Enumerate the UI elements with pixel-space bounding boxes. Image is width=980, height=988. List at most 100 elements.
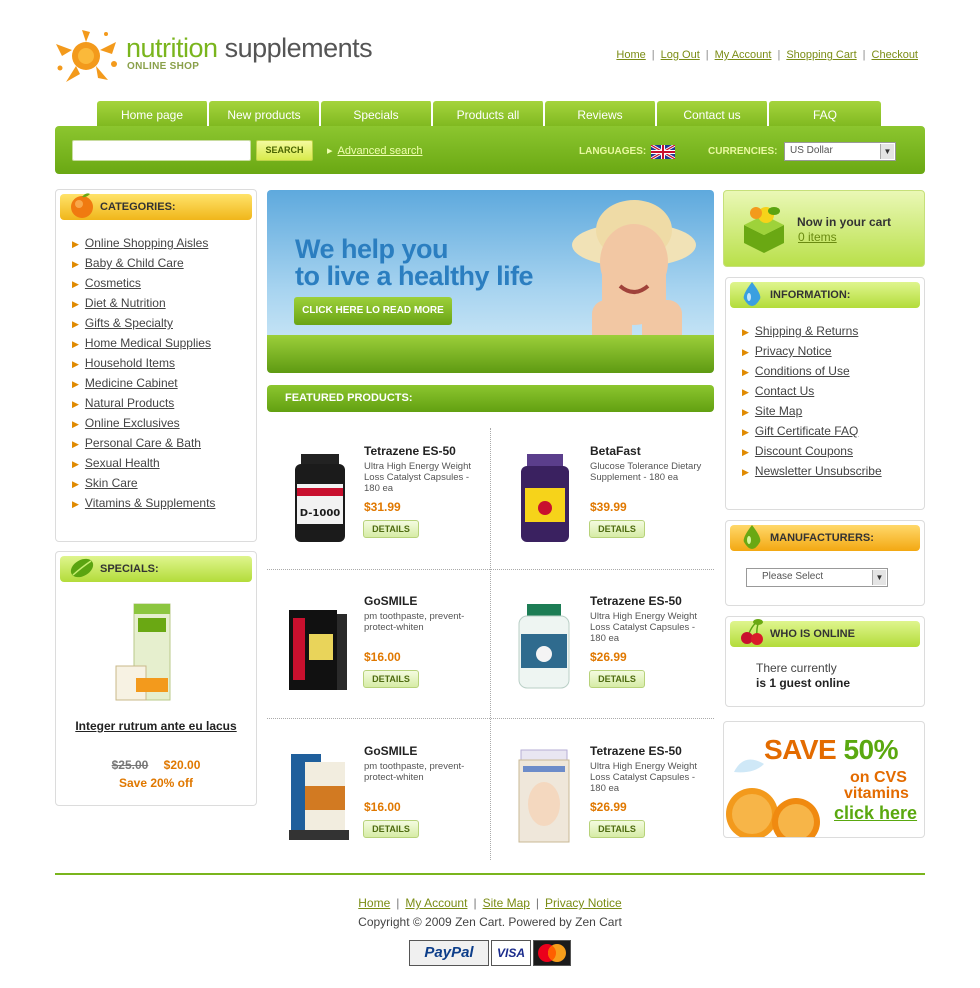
category-link[interactable]: Diet & Nutrition (85, 296, 166, 310)
grass-decoration (267, 335, 714, 373)
nav-tab-specials[interactable]: Specials (321, 101, 433, 127)
product-price: $26.99 (590, 800, 627, 814)
info-link[interactable]: Conditions of Use (755, 364, 850, 378)
list-item[interactable]: ▶ Discount Coupons (742, 444, 882, 464)
category-link[interactable]: Baby & Child Care (85, 256, 184, 270)
product-name[interactable]: BetaFast (590, 444, 641, 458)
list-item[interactable]: ▶ Privacy Notice (742, 344, 882, 364)
category-link[interactable]: Gifts & Specialty (85, 316, 173, 330)
advanced-search-link[interactable]: Advanced search (327, 144, 423, 157)
who-is-online-header: WHO IS ONLINE (730, 619, 920, 647)
info-link[interactable]: Site Map (755, 404, 802, 418)
footer-link-site-map[interactable]: Site Map (483, 896, 530, 910)
list-item[interactable]: ▶ Medicine Cabinet (72, 376, 215, 396)
list-item[interactable]: ▶ Shipping & Returns (742, 324, 882, 344)
category-link[interactable]: Online Shopping Aisles (85, 236, 208, 250)
read-more-button[interactable]: CLICK HERE LO READ MORE (294, 297, 452, 325)
list-item[interactable]: ▶ Online Exclusives (72, 416, 215, 436)
top-link-home[interactable]: Home (616, 49, 645, 61)
product-image[interactable] (509, 744, 579, 844)
top-link-logout[interactable]: Log Out (661, 49, 700, 61)
footer-link-my-account[interactable]: My Account (405, 896, 467, 910)
list-item[interactable]: ▶ Natural Products (72, 396, 215, 416)
details-button[interactable]: DETAILS (363, 520, 419, 538)
category-link[interactable]: Vitamins & Supplements (85, 496, 216, 510)
search-button[interactable]: SEARCH (256, 140, 313, 161)
info-link[interactable]: Shipping & Returns (755, 324, 858, 338)
cart-box[interactable]: Now in your cart 0 items (723, 190, 925, 267)
list-item[interactable]: ▶ Baby & Child Care (72, 256, 215, 276)
info-link[interactable]: Discount Coupons (755, 444, 853, 458)
product-image[interactable] (509, 444, 579, 544)
manufacturer-select[interactable]: Please Select ▼ (746, 568, 888, 587)
product-name[interactable]: GoSMILE (364, 594, 417, 608)
nav-tab-reviews[interactable]: Reviews (545, 101, 657, 127)
category-link[interactable]: Online Exclusives (85, 416, 180, 430)
category-link[interactable]: Household Items (85, 356, 175, 370)
info-link[interactable]: Newsletter Unsubscribe (755, 464, 882, 478)
list-item[interactable]: ▶ Sexual Health (72, 456, 215, 476)
product-name[interactable]: Tetrazene ES-50 (590, 744, 682, 758)
list-item[interactable]: ▶ Gift Certificate FAQ (742, 424, 882, 444)
details-button[interactable]: DETAILS (589, 670, 645, 688)
product-name[interactable]: Tetrazene ES-50 (364, 444, 456, 458)
top-link-shopping-cart[interactable]: Shopping Cart (786, 49, 856, 61)
category-link[interactable]: Skin Care (85, 476, 138, 490)
list-item[interactable]: ▶ Home Medical Supplies (72, 336, 215, 356)
product-name[interactable]: GoSMILE (364, 744, 417, 758)
details-button[interactable]: DETAILS (363, 820, 419, 838)
list-item[interactable]: ▶ Vitamins & Supplements (72, 496, 215, 516)
nav-tab-contact[interactable]: Contact us (657, 101, 769, 127)
list-item[interactable]: ▶ Cosmetics (72, 276, 215, 296)
list-item[interactable]: ▶ Site Map (742, 404, 882, 424)
search-input[interactable] (72, 140, 251, 161)
list-item[interactable]: ▶ Gifts & Specialty (72, 316, 215, 336)
product-image[interactable] (283, 594, 353, 694)
info-link[interactable]: Privacy Notice (755, 344, 832, 358)
list-item[interactable]: ▶ Online Shopping Aisles (72, 236, 215, 256)
category-link[interactable]: Medicine Cabinet (85, 376, 178, 390)
row-divider (267, 718, 714, 719)
product-image[interactable] (283, 744, 353, 844)
nav-tab-home[interactable]: Home page (97, 101, 209, 127)
list-item[interactable]: ▶ Household Items (72, 356, 215, 376)
category-link[interactable]: Sexual Health (85, 456, 160, 470)
footer-link-home[interactable]: Home (358, 896, 390, 910)
logo[interactable]: nutrition supplements ONLINE SHOP (52, 28, 402, 88)
promo-banner[interactable]: SAVE 50% on CVS vitamins click here (723, 721, 925, 838)
hero-banner[interactable]: We help you to live a healthy life CLICK… (267, 190, 714, 373)
nav-tab-faq[interactable]: FAQ (769, 101, 881, 127)
product-image[interactable]: D-1000 (283, 444, 353, 544)
list-item[interactable]: ▶ Diet & Nutrition (72, 296, 215, 316)
list-item[interactable]: ▶ Personal Care & Bath (72, 436, 215, 456)
details-button[interactable]: DETAILS (589, 820, 645, 838)
top-link-checkout[interactable]: Checkout (872, 49, 918, 61)
details-button[interactable]: DETAILS (363, 670, 419, 688)
list-item[interactable]: ▶ Skin Care (72, 476, 215, 496)
special-product-name[interactable]: Integer rutrum ante eu lacus (56, 719, 256, 734)
arrow-icon: ▶ (72, 359, 79, 369)
product-name[interactable]: Tetrazene ES-50 (590, 594, 682, 608)
product-image[interactable] (509, 594, 579, 694)
nav-tab-products-all[interactable]: Products all (433, 101, 545, 127)
category-link[interactable]: Personal Care & Bath (85, 436, 201, 450)
list-item[interactable]: ▶ Contact Us (742, 384, 882, 404)
promo-click-here-link[interactable]: click here (834, 803, 917, 824)
arrow-icon: ▶ (742, 367, 749, 377)
special-product-image[interactable] (112, 602, 184, 706)
list-item[interactable]: ▶ Conditions of Use (742, 364, 882, 384)
nav-tab-new-products[interactable]: New products (209, 101, 321, 127)
information-list: ▶ Shipping & Returns ▶ Privacy Notice ▶ Con… (742, 324, 882, 484)
list-item[interactable]: ▶ Newsletter Unsubscribe (742, 464, 882, 484)
top-link-my-account[interactable]: My Account (715, 49, 772, 61)
info-link[interactable]: Gift Certificate FAQ (755, 424, 858, 438)
details-button[interactable]: DETAILS (589, 520, 645, 538)
uk-flag-icon[interactable] (651, 145, 675, 159)
category-link[interactable]: Natural Products (85, 396, 174, 410)
category-link[interactable]: Cosmetics (85, 276, 141, 290)
info-link[interactable]: Contact Us (755, 384, 814, 398)
currency-select[interactable]: US Dollar ▼ (784, 142, 896, 161)
cart-items-link[interactable]: 0 items (798, 230, 837, 244)
category-link[interactable]: Home Medical Supplies (85, 336, 211, 350)
footer-link-privacy[interactable]: Privacy Notice (545, 896, 622, 910)
